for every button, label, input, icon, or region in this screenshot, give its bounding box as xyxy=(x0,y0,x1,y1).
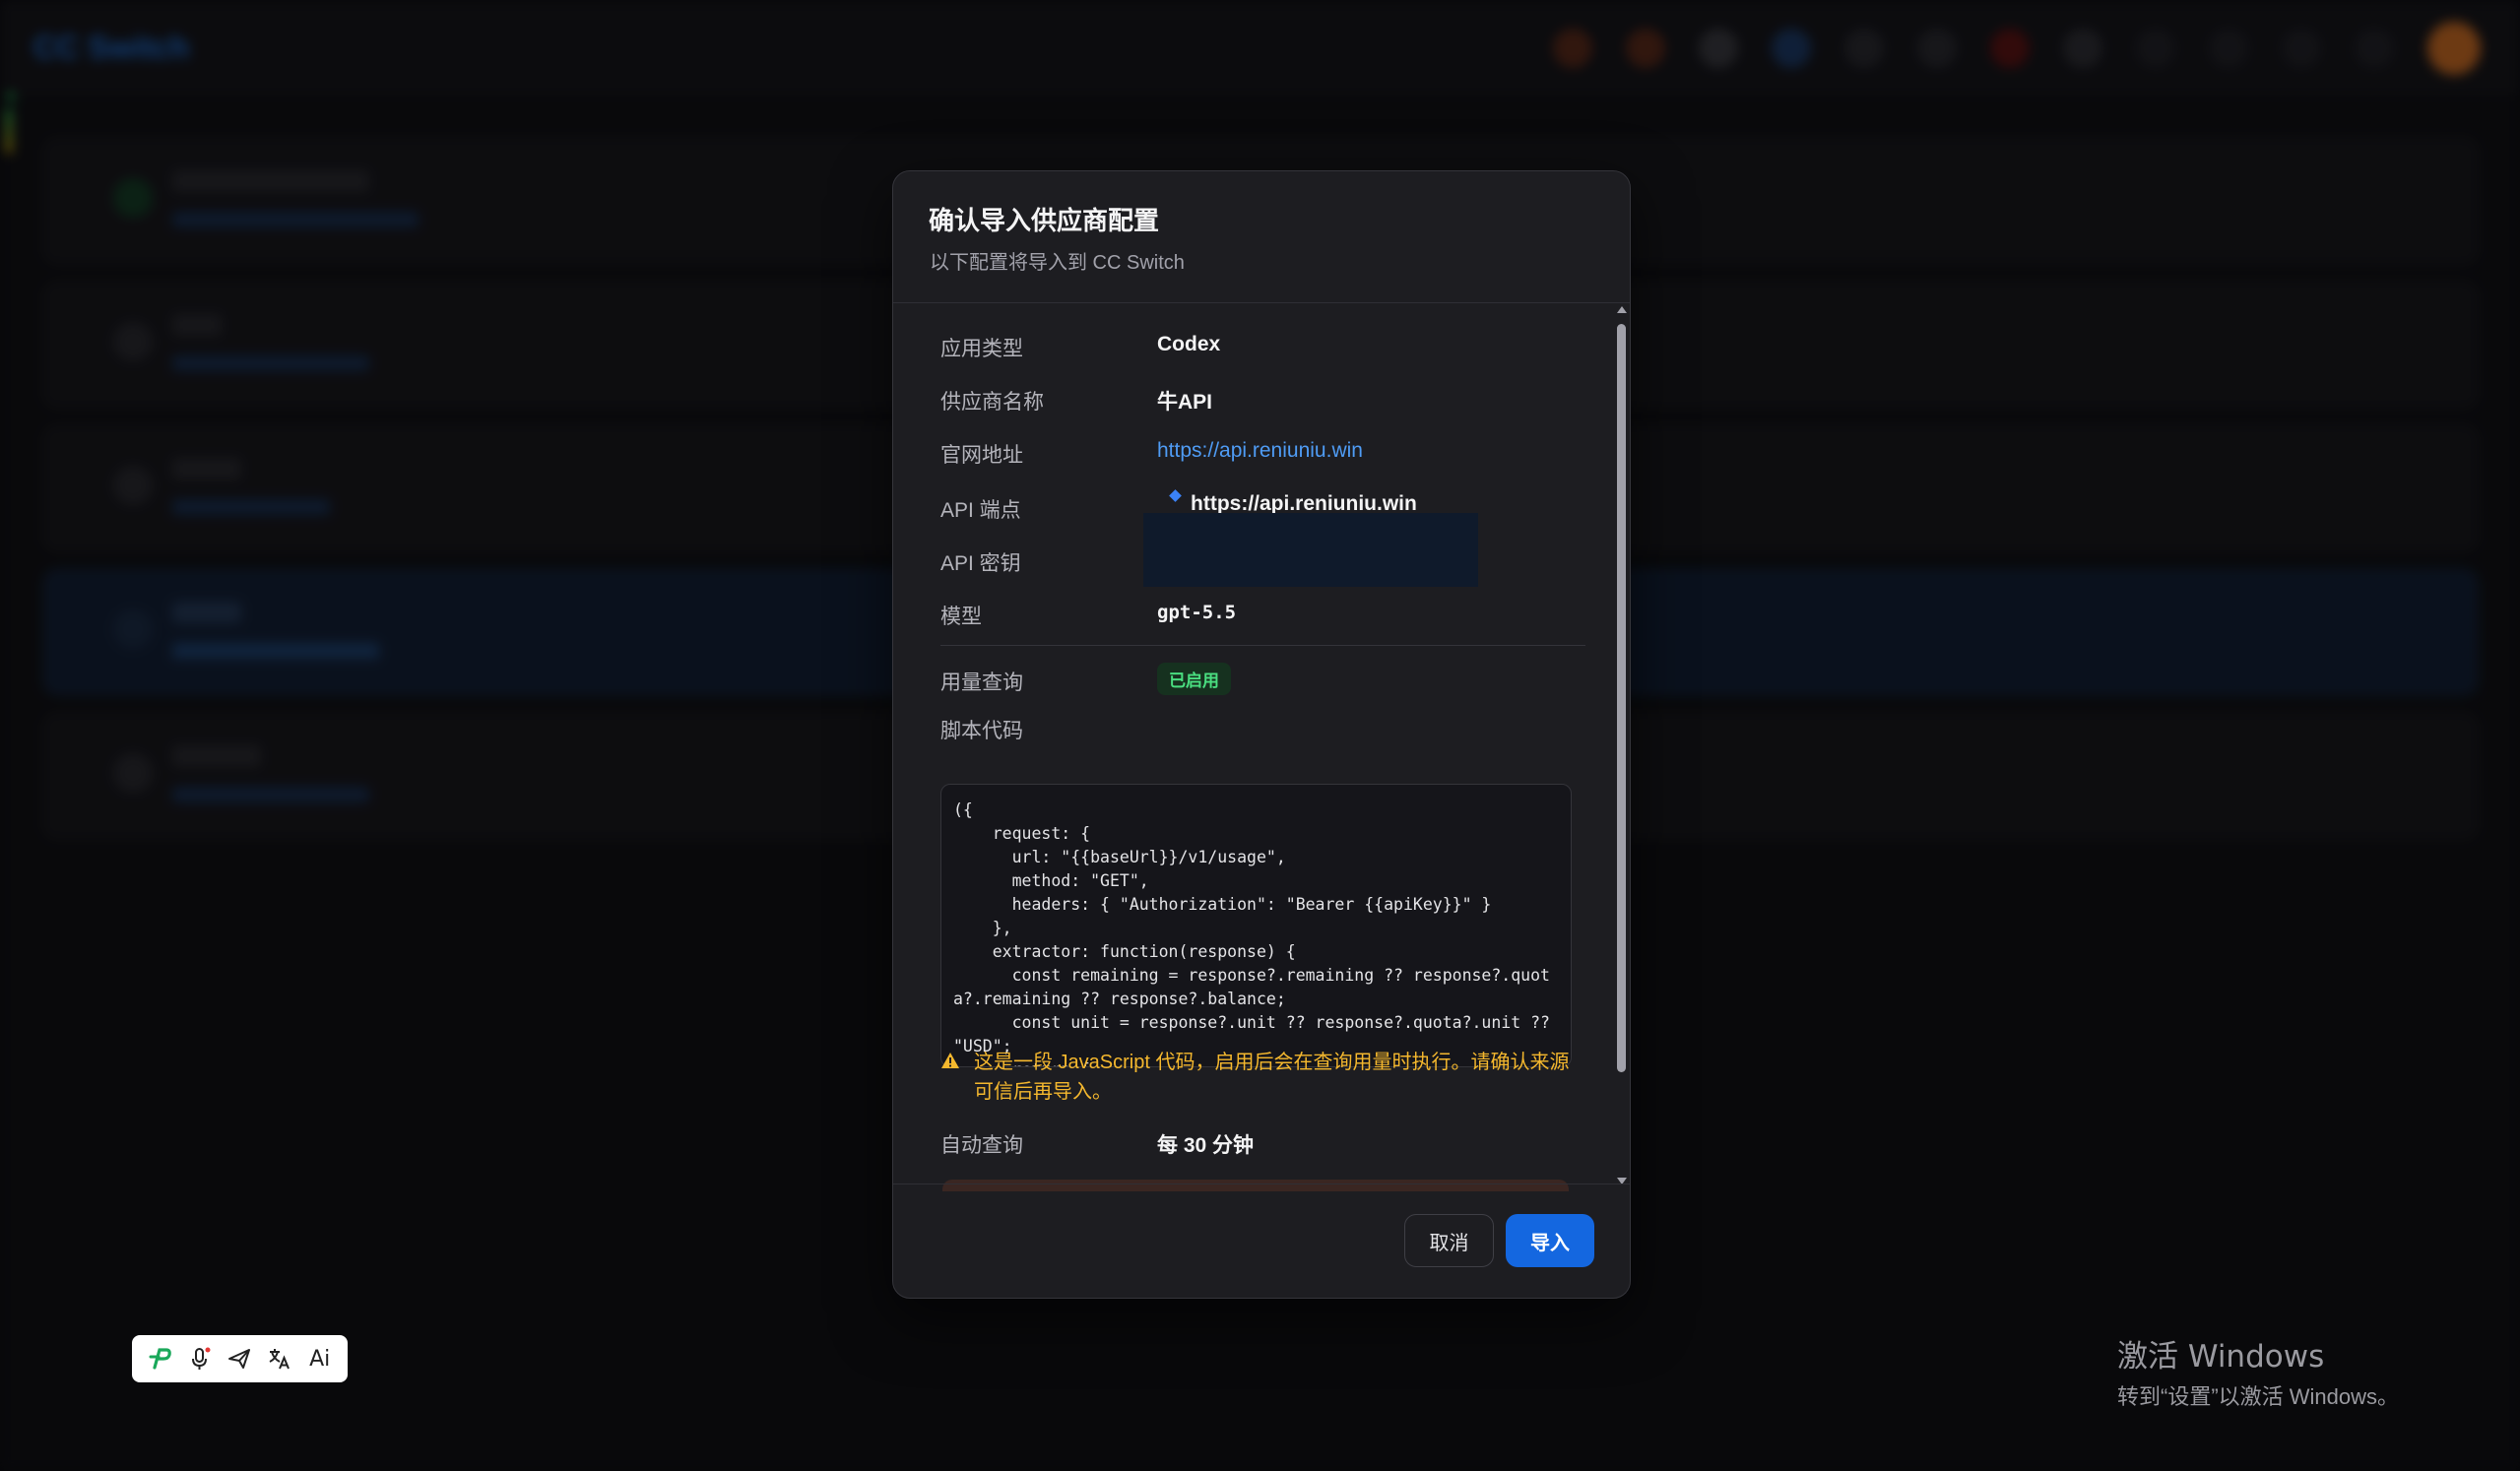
microphone-icon[interactable] xyxy=(185,1344,215,1374)
dialog-title: 确认导入供应商配置 xyxy=(929,206,1160,235)
pinyin-icon[interactable] xyxy=(145,1344,174,1374)
auto-query-label: 自动查询 xyxy=(940,1134,1023,1157)
cancel-button[interactable]: 取消 xyxy=(1404,1214,1494,1267)
import-button[interactable]: 导入 xyxy=(1506,1214,1594,1267)
script-code-viewer[interactable]: ({ request: { url: "{{baseUrl}}/v1/usage… xyxy=(940,784,1572,1067)
app-type-label: 应用类型 xyxy=(940,338,1023,360)
model-label: 模型 xyxy=(940,606,982,628)
floating-input-toolbar: Ai xyxy=(132,1335,348,1382)
script-warning: 这是一段 JavaScript 代码，启用后会在查询用量时执行。请确认来源可信后… xyxy=(940,1048,1581,1107)
script-code: ({ request: { url: "{{baseUrl}}/v1/usage… xyxy=(953,800,1550,1066)
api-key-redacted xyxy=(1143,513,1478,587)
provider-name-value: 牛API xyxy=(1157,391,1213,414)
script-code-label: 脚本代码 xyxy=(940,720,1023,742)
endpoint-label: API 端点 xyxy=(940,499,1021,522)
website-link[interactable]: https://api.reniuniu.win xyxy=(1157,439,1363,463)
scroll-up-icon[interactable] xyxy=(1617,306,1627,313)
api-key-label: API 密钥 xyxy=(940,552,1021,575)
status-badge: 已启用 xyxy=(1157,663,1231,695)
watermark-title: 激活 Windows xyxy=(2117,1339,2325,1375)
usage-query-label: 用量查询 xyxy=(940,672,1023,694)
auto-query-value: 每 30 分钟 xyxy=(1157,1134,1255,1157)
website-label: 官网地址 xyxy=(940,444,1023,467)
model-value: gpt-5.5 xyxy=(1157,602,1237,623)
endpoint-bullet-icon xyxy=(1169,489,1182,502)
translate-icon[interactable] xyxy=(265,1344,294,1374)
dialog-subtitle: 以下配置将导入到 CC Switch xyxy=(930,252,1185,274)
section-divider xyxy=(940,645,1585,646)
provider-name-label: 供应商名称 xyxy=(940,391,1044,414)
warning-icon xyxy=(941,1053,959,1068)
app-type-value: Codex xyxy=(1157,333,1221,355)
dialog-footer: 取消 导入 xyxy=(893,1183,1630,1298)
send-icon[interactable] xyxy=(225,1344,254,1374)
dialog-header: 确认导入供应商配置 以下配置将导入到 CC Switch xyxy=(893,171,1630,303)
import-provider-dialog: 确认导入供应商配置 以下配置将导入到 CC Switch 应用类型 Codex … xyxy=(892,170,1631,1299)
watermark-subtitle: 转到“设置”以激活 Windows。 xyxy=(2117,1384,2400,1409)
dialog-scrollbar[interactable] xyxy=(1616,306,1628,1184)
ai-icon[interactable]: Ai xyxy=(305,1344,335,1374)
scroll-thumb[interactable] xyxy=(1617,324,1626,1072)
warning-text: 这是一段 JavaScript 代码，启用后会在查询用量时执行。请确认来源可信后… xyxy=(974,1052,1570,1103)
windows-activation-watermark: 激活 Windows 转到“设置”以激活 Windows。 xyxy=(2117,1331,2399,1411)
